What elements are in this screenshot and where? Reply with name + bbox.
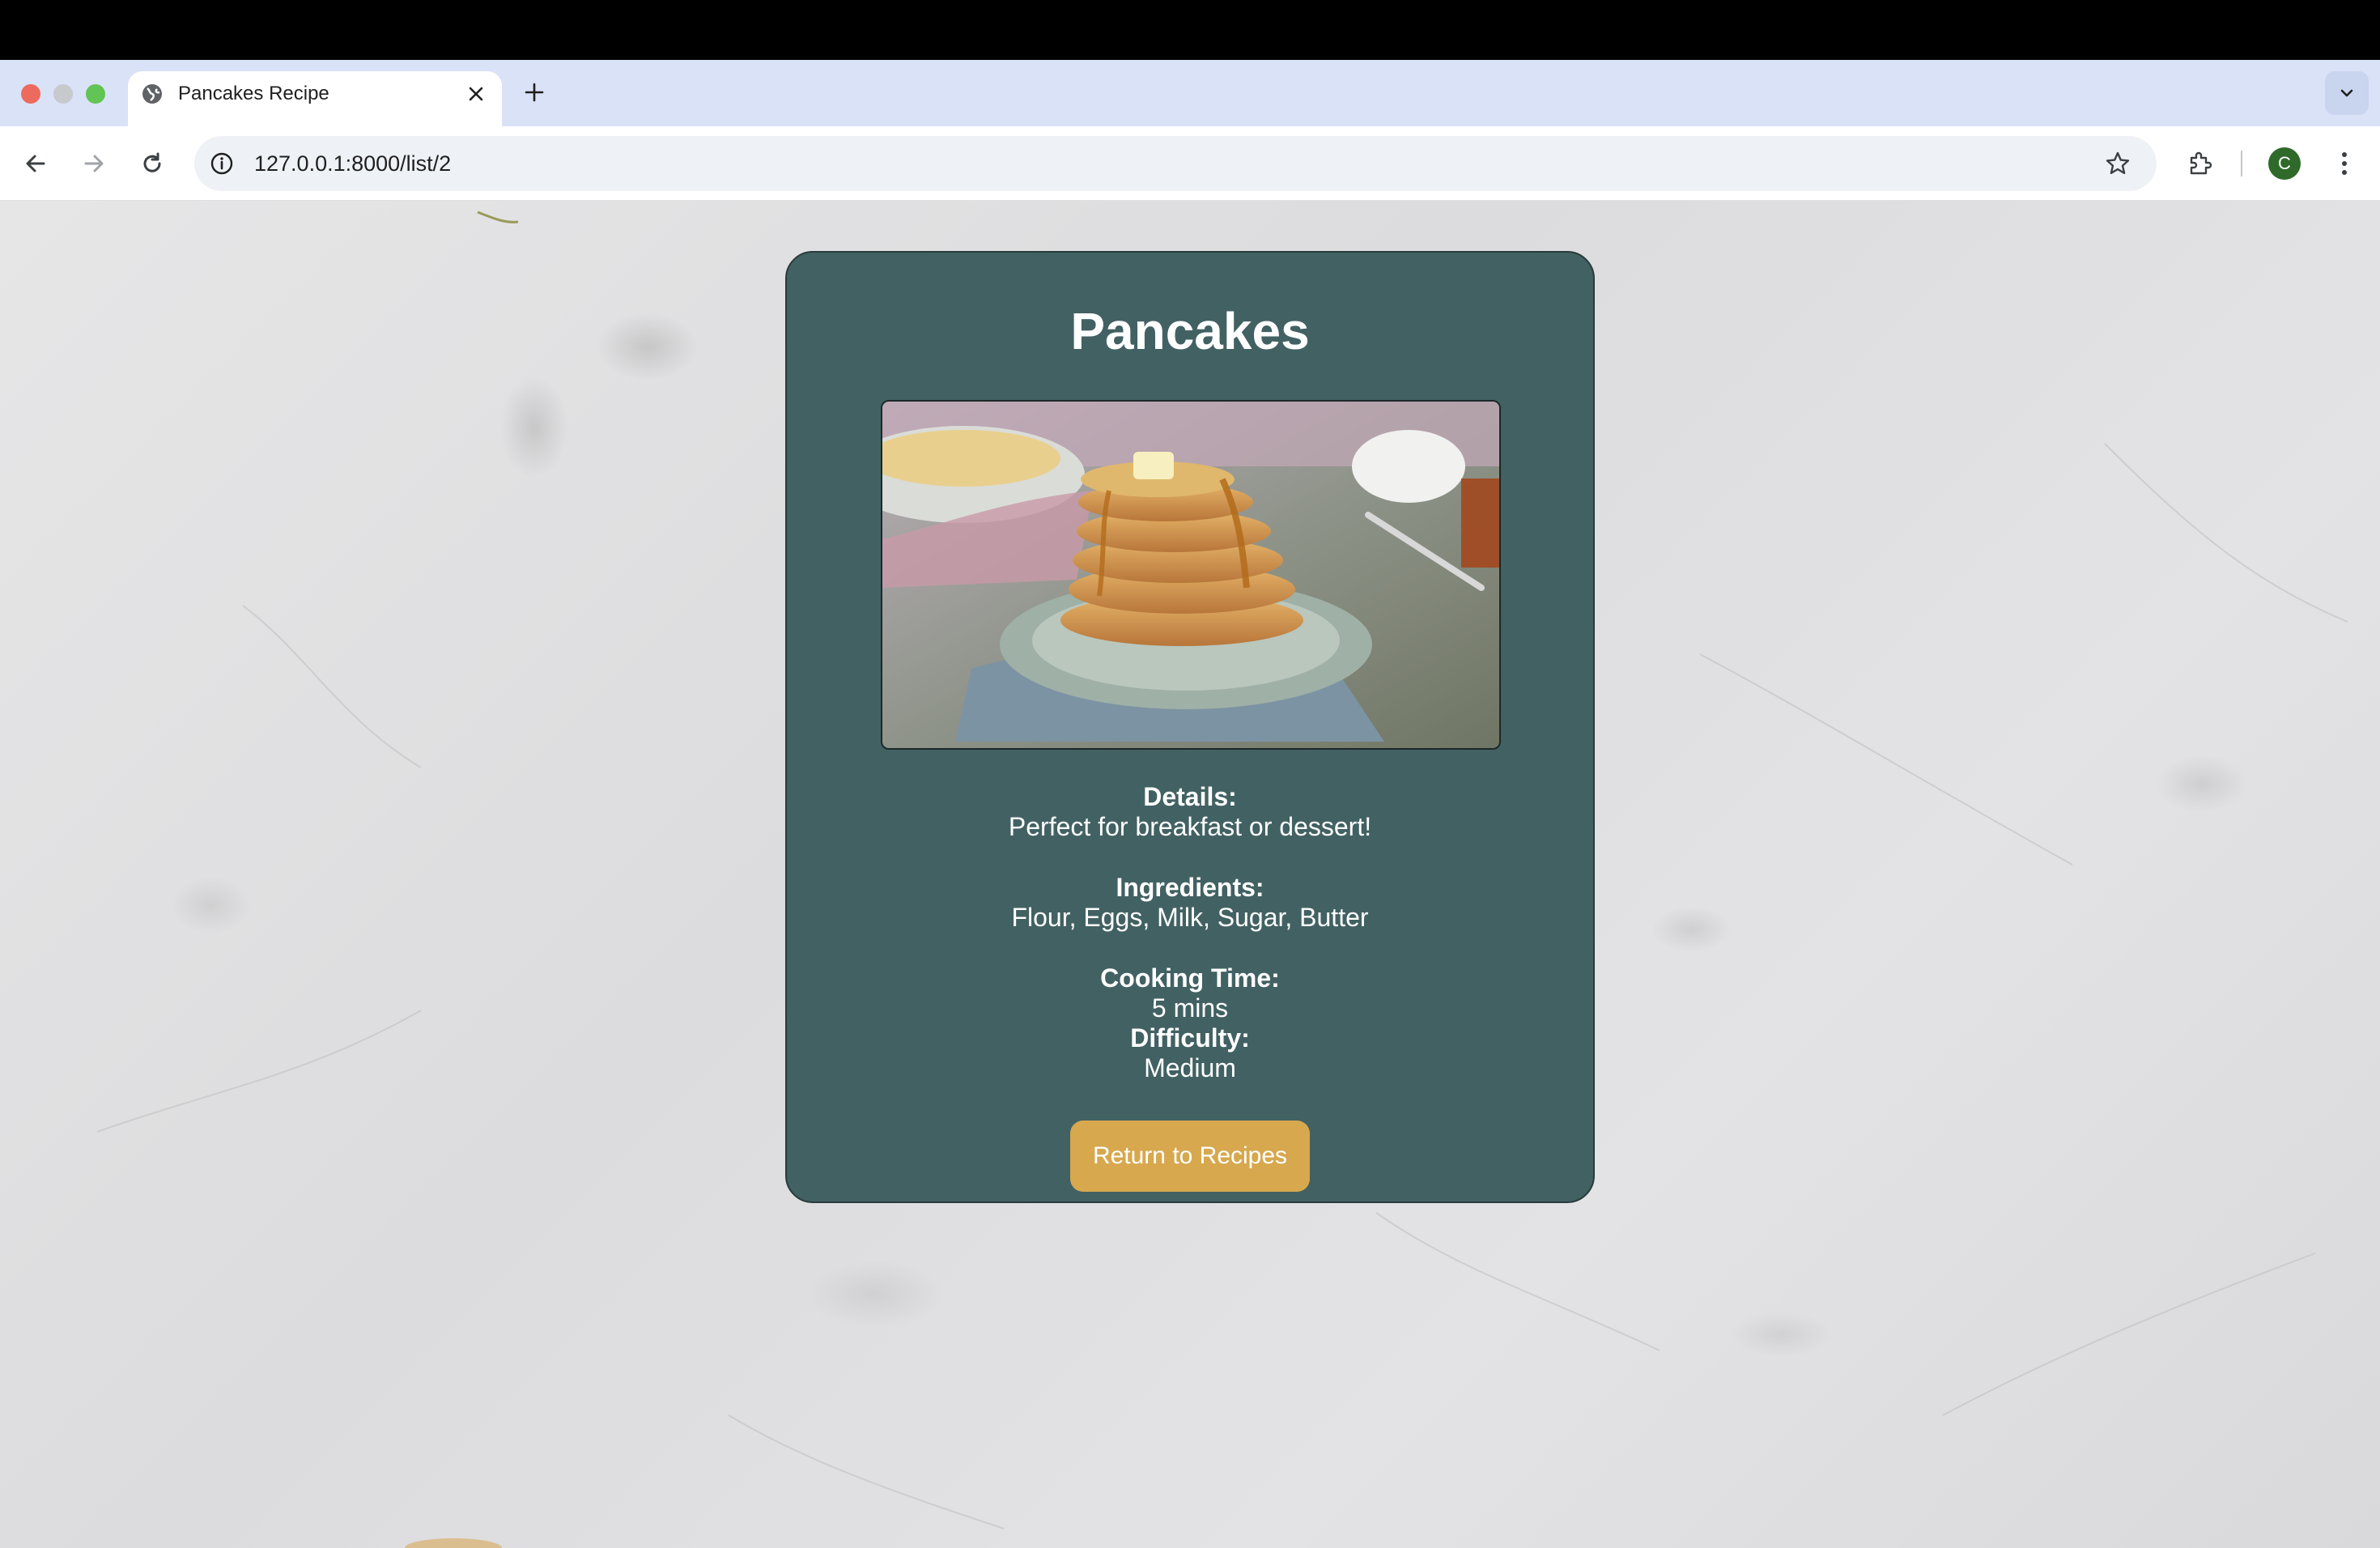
return-to-recipes-button[interactable]: Return to Recipes bbox=[1070, 1121, 1310, 1192]
plus-icon[interactable] bbox=[518, 76, 550, 108]
globe-icon bbox=[139, 81, 165, 107]
ingredients-section: Ingredients: Flour, Eggs, Milk, Sugar, B… bbox=[787, 873, 1593, 933]
recipe-title: Pancakes bbox=[1070, 302, 1310, 360]
info-icon[interactable] bbox=[207, 149, 236, 178]
window-maximize-button[interactable] bbox=[86, 84, 105, 104]
recipe-photo bbox=[881, 400, 1501, 750]
cooking-time-value: 5 mins bbox=[1151, 993, 1229, 1023]
window-close-button[interactable] bbox=[21, 84, 40, 104]
forward-arrow-icon[interactable] bbox=[74, 144, 113, 183]
details-label: Details: bbox=[1143, 782, 1237, 811]
page-viewport: Pancakes Details: Perfect for breakfast … bbox=[0, 201, 2380, 1548]
close-icon[interactable] bbox=[461, 79, 491, 108]
profile-avatar[interactable]: C bbox=[2268, 147, 2301, 180]
difficulty-value: Medium bbox=[1144, 1053, 1236, 1082]
puzzle-icon[interactable] bbox=[2181, 144, 2220, 183]
system-top-bar bbox=[0, 0, 2380, 60]
url-text[interactable]: 127.0.0.1:8000/list/2 bbox=[254, 149, 451, 178]
toolbar-divider bbox=[2241, 151, 2242, 176]
kebab-menu-icon[interactable] bbox=[2328, 144, 2361, 183]
back-arrow-icon[interactable] bbox=[16, 144, 55, 183]
address-bar[interactable] bbox=[194, 136, 2157, 191]
recipe-card: Pancakes Details: Perfect for breakfast … bbox=[785, 251, 1595, 1203]
ingredients-text: Flour, Eggs, Milk, Sugar, Butter bbox=[1011, 903, 1369, 932]
cooking-time-label: Cooking Time: bbox=[1100, 963, 1280, 993]
window-minimize-button[interactable] bbox=[53, 84, 73, 104]
details-section: Details: Perfect for breakfast or desser… bbox=[787, 782, 1593, 842]
reload-icon[interactable] bbox=[133, 144, 172, 183]
difficulty-label: Difficulty: bbox=[1130, 1023, 1250, 1053]
details-text: Perfect for breakfast or dessert! bbox=[1008, 812, 1372, 841]
chevron-down-icon[interactable] bbox=[2325, 71, 2369, 115]
ingredients-label: Ingredients: bbox=[1116, 873, 1264, 902]
meta-section: Cooking Time: 5 mins Difficulty: Medium bbox=[787, 963, 1593, 1083]
tab-title: Pancakes Recipe bbox=[178, 83, 329, 104]
star-icon[interactable] bbox=[2100, 146, 2136, 181]
